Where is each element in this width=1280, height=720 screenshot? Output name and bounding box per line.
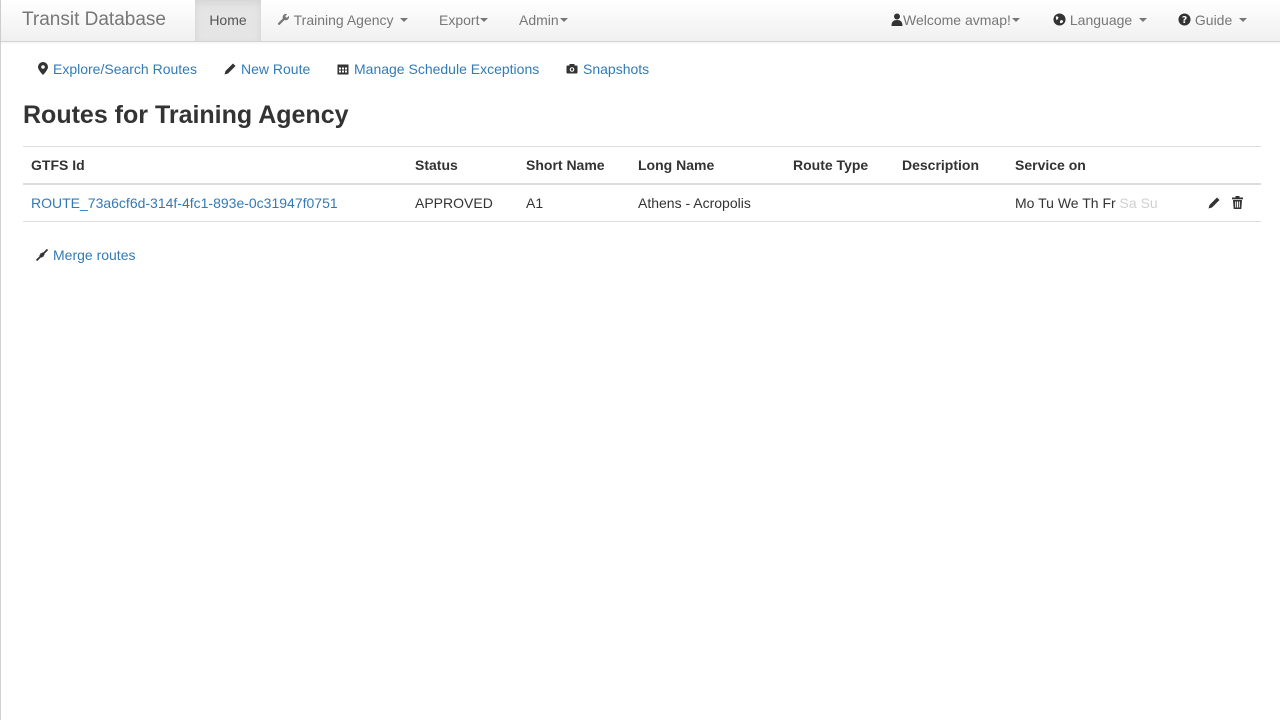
nav-home[interactable]: Home [195,0,261,41]
nav-export-dropdown[interactable]: Export [439,0,489,41]
chevron-down-icon [1239,18,1248,23]
header-gtfs-id: GTFS Id [23,146,407,185]
pencil-icon [1208,197,1220,209]
routes-table: GTFS Id Status Short Name Long Name Rout… [23,146,1261,222]
nav-agency-label: Training Agency [293,12,394,28]
routes-table-container: GTFS Id Status Short Name Long Name Rout… [23,146,1261,222]
nav-admin-dropdown[interactable]: Admin [519,0,568,41]
table-header-row: GTFS Id Status Short Name Long Name Rout… [23,146,1261,185]
help-circle-icon: ? [1178,13,1191,26]
page-title: Routes for Training Agency [23,101,349,129]
route-type [785,184,894,222]
day-monday: Mo [1015,195,1035,211]
chevron-down-icon [480,18,489,23]
merge-icon [35,248,49,261]
brand-link[interactable]: Transit Database [22,9,166,31]
manage-exceptions-label: Manage Schedule Exceptions [354,61,540,77]
nav-language-label: Language [1069,12,1133,28]
header-long-name: Long Name [630,146,785,185]
nav-user-dropdown[interactable]: Welcome avmap! [891,0,1020,41]
header-short-name: Short Name [518,146,630,185]
merge-routes-label: Merge routes [53,247,136,263]
day-tuesday: Tu [1038,195,1054,211]
route-status: APPROVED [407,184,518,222]
calendar-icon [337,64,349,75]
route-short-name: A1 [518,184,630,222]
day-thursday: Th [1082,195,1099,211]
route-service-days: Mo Tu We Th Fr Sa Su [1007,184,1191,222]
header-actions [1191,146,1261,185]
day-wednesday: We [1057,195,1079,211]
day-saturday: Sa [1119,195,1137,211]
explore-routes-link[interactable]: Explore/Search Routes [38,60,197,78]
chevron-down-icon [1011,18,1020,23]
edit-route-button[interactable] [1208,196,1220,212]
nav-export-label: Export [439,12,480,28]
chevron-down-icon [1139,18,1148,23]
camera-icon [566,64,578,74]
map-marker-icon [38,62,48,76]
user-icon [891,13,903,27]
snapshots-label: Snapshots [583,61,650,77]
new-route-link[interactable]: New Route [224,60,310,78]
table-row: ROUTE_73a6cf6d-314f-4fc1-893e-0c31947f07… [23,184,1261,222]
pencil-icon [224,63,236,75]
nav-agency-dropdown[interactable]: Training Agency [277,0,409,41]
chevron-down-icon [400,18,409,23]
header-service-on: Service on [1007,146,1191,185]
header-status: Status [407,146,518,185]
merge-routes-link[interactable]: Merge routes [35,246,136,264]
nav-user-label: Welcome avmap! [903,12,1011,28]
new-route-label: New Route [241,61,311,77]
route-gtfs-id-link[interactable]: ROUTE_73a6cf6d-314f-4fc1-893e-0c31947f07… [31,195,338,211]
manage-exceptions-link[interactable]: Manage Schedule Exceptions [337,60,539,78]
chevron-down-icon [559,18,568,23]
globe-icon [1053,13,1066,26]
wrench-icon [277,14,289,26]
nav-admin-label: Admin [519,12,559,28]
top-navbar: Transit Database Home Training Agency Ex… [1,0,1280,42]
svg-text:?: ? [1182,15,1187,26]
nav-guide-dropdown[interactable]: ? Guide [1178,0,1248,41]
explore-routes-label: Explore/Search Routes [53,61,197,77]
route-long-name: Athens - Acropolis [630,184,785,222]
trash-icon [1232,195,1243,209]
delete-route-button[interactable] [1232,195,1243,212]
day-friday: Fr [1102,195,1116,211]
header-description: Description [894,146,1007,185]
nav-guide-label: Guide [1194,12,1233,28]
day-sunday: Su [1140,195,1158,211]
snapshots-link[interactable]: Snapshots [566,60,649,78]
nav-language-dropdown[interactable]: Language [1053,0,1148,41]
route-description [894,184,1007,222]
route-actions [1191,184,1261,222]
header-route-type: Route Type [785,146,894,185]
